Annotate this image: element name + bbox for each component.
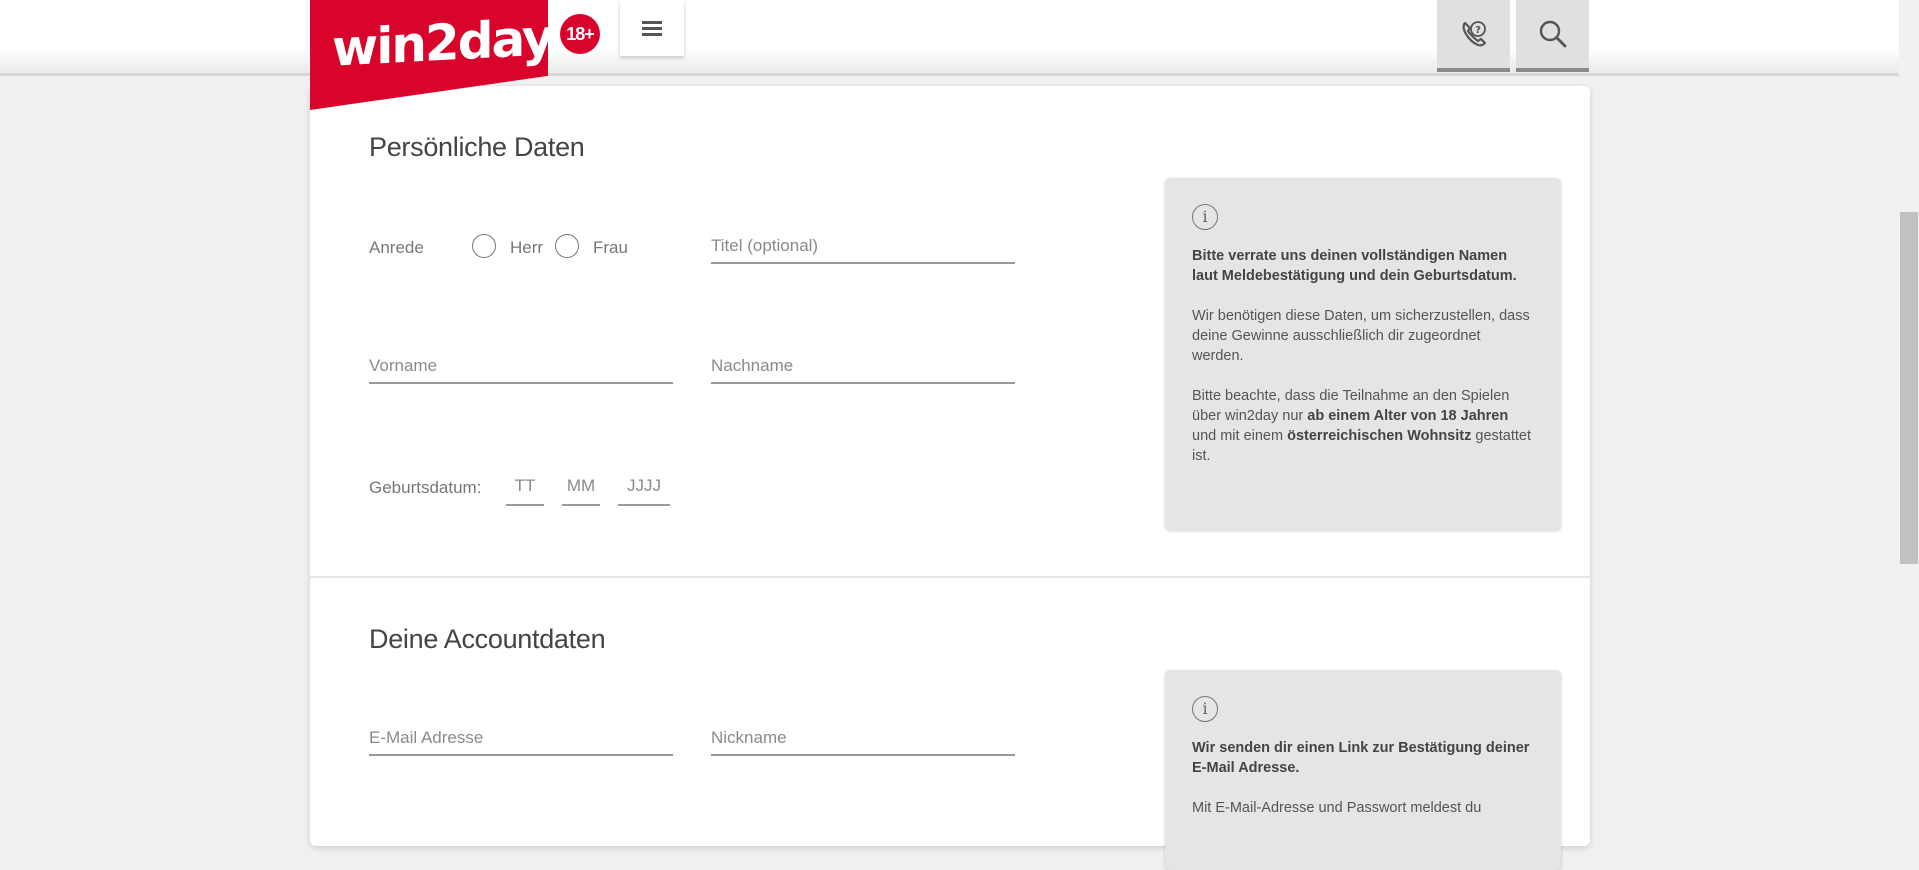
nachname-placeholder: Nachname [711,356,794,375]
nachname-field[interactable]: Nachname [711,356,1015,384]
nickname-field[interactable]: Nickname [711,728,1015,756]
birthdate-label: Geburtsdatum: [369,478,482,497]
vorname-field[interactable]: Vorname [369,356,673,384]
support-button[interactable]: ? [1437,0,1510,72]
radio-frau-label[interactable]: Frau [593,238,628,258]
birth-month-field[interactable]: MM [562,476,600,506]
birth-year-field[interactable]: JJJJ [618,476,670,506]
section-title-personal: Persönliche Daten [369,132,585,162]
info-box-account: i Wir senden dir einen Link zur Bestätig… [1165,670,1561,870]
section-divider [310,576,1590,578]
radio-frau[interactable] [555,234,579,258]
phone-help-icon: ? [1462,21,1486,47]
nickname-placeholder: Nickname [711,728,787,747]
email-field[interactable]: E-Mail Adresse [369,728,673,756]
titel-field[interactable]: Titel (optional) [711,236,1015,264]
radio-herr[interactable] [472,234,496,258]
search-icon [1539,20,1566,48]
vorname-placeholder: Vorname [369,356,438,375]
salutation-label: Anrede [369,238,424,257]
radio-herr-label[interactable]: Herr [510,238,543,258]
svg-text:?: ? [1475,25,1481,36]
info-personal-text-2: Wir benötigen diese Daten, um sicherzust… [1192,308,1530,364]
info-account-bold: Wir senden dir einen Link zur Bestätigun… [1192,740,1530,776]
scrollbar-thumb[interactable] [1900,212,1918,564]
site-header [0,0,1899,76]
info-personal-bold: Bitte verrate uns deinen vollständigen N… [1192,248,1517,284]
menu-button[interactable] [620,0,684,56]
info-icon: i [1192,204,1218,230]
age-18-badge: 18+ [560,14,600,54]
logo-text: win2day [332,8,553,78]
titel-placeholder: Titel (optional) [711,236,819,255]
page-scrollbar[interactable] [1899,0,1919,820]
info-account-text-2: Mit E-Mail-Adresse und Passwort meldest … [1192,800,1482,816]
info-icon: i [1192,696,1218,722]
birth-day-field[interactable]: TT [506,476,544,506]
email-placeholder: E-Mail Adresse [369,728,484,747]
birth-month-placeholder: MM [566,476,596,495]
birth-year-placeholder: JJJJ [627,476,661,495]
section-title-account: Deine Accountdaten [369,624,606,654]
registration-form-card: Persönliche Daten Anrede Herr Frau Titel… [310,86,1590,870]
info-personal-text-3: Bitte beachte, dass die Teilnahme an den… [1192,388,1532,464]
info-box-personal: i Bitte verrate uns deinen vollständigen… [1165,178,1561,530]
birth-day-placeholder: TT [514,476,536,495]
search-button[interactable] [1516,0,1589,72]
hamburger-icon [642,21,662,36]
